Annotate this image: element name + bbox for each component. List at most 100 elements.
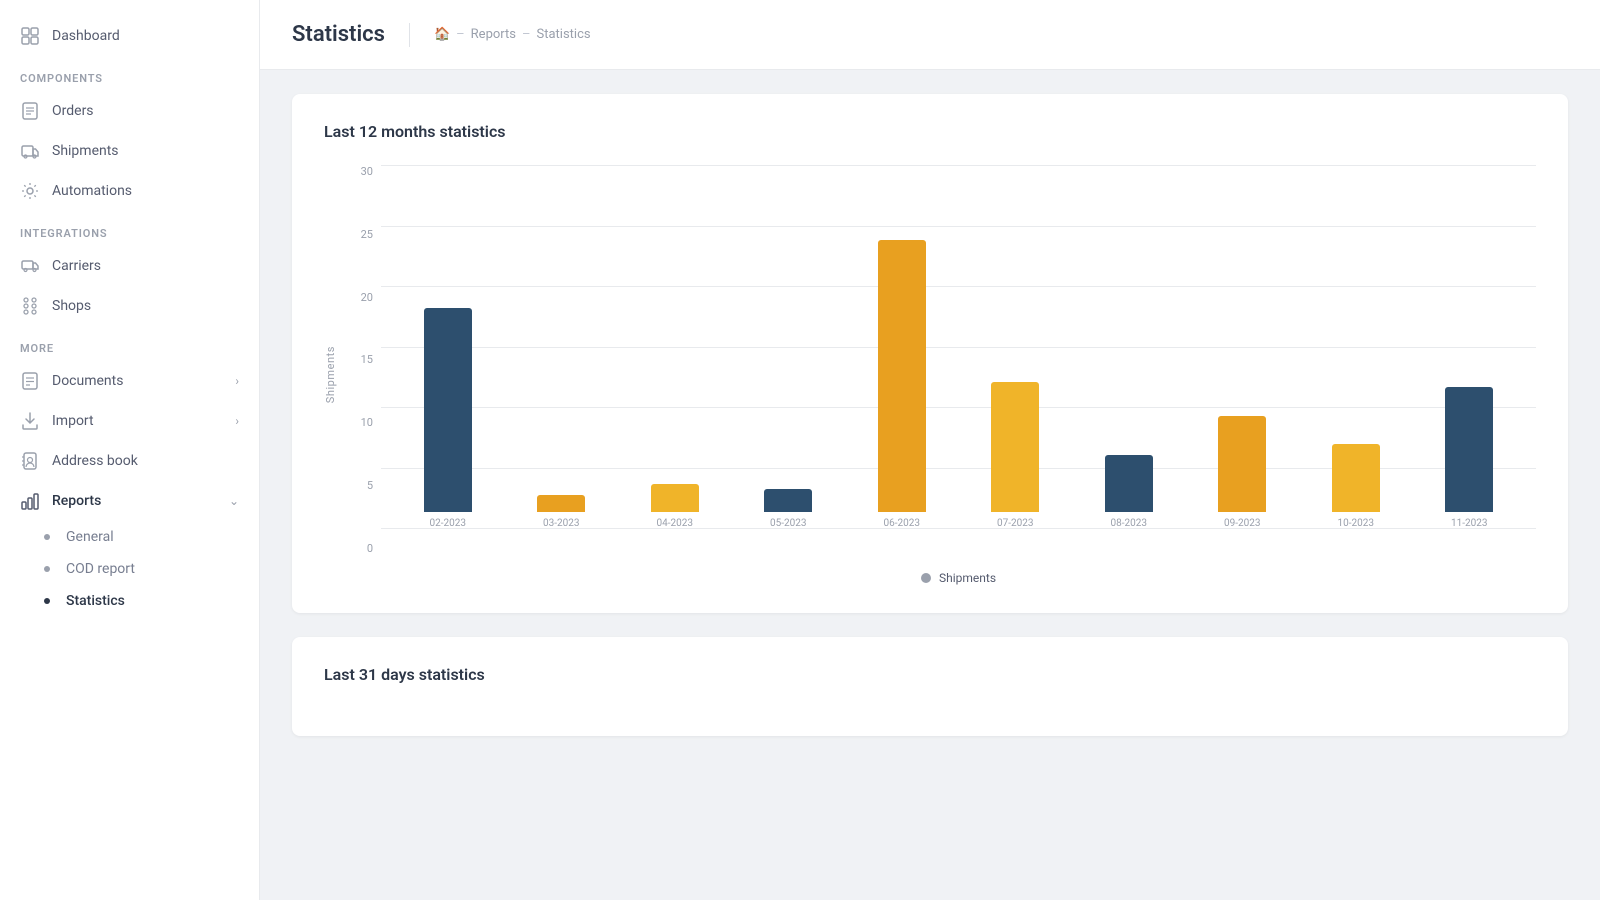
sidebar-sub-item-general-label: General: [66, 529, 114, 545]
bars-container: 02-2023 03-2023 04-2023 05-2023 06-2023 07-20…: [381, 165, 1536, 529]
chart-12months-container: Shipments 30 25 20 15 10 5 0: [324, 165, 1536, 585]
sidebar-item-shipments-label: Shipments: [52, 143, 119, 159]
sidebar-item-orders[interactable]: Orders: [0, 91, 259, 131]
import-chevron-icon: ›: [235, 414, 239, 428]
reports-icon: [20, 491, 40, 511]
bar-label-07-2023: 07-2023: [997, 518, 1033, 529]
bar-04-2023[interactable]: [651, 484, 699, 512]
sidebar-sub-item-statistics[interactable]: Statistics: [0, 585, 259, 617]
breadcrumb-sep-2: –: [522, 27, 531, 42]
bar-06-2023[interactable]: [878, 240, 926, 512]
y-label-0: 0: [367, 542, 373, 555]
bar-label-09-2023: 09-2023: [1224, 518, 1260, 529]
sidebar-section-more: MORE: [0, 326, 259, 361]
bar-08-2023[interactable]: [1105, 455, 1153, 512]
bar-group-10-2023: 10-2023: [1316, 444, 1396, 529]
bar-label-05-2023: 05-2023: [770, 518, 806, 529]
sidebar-item-reports[interactable]: Reports ⌄: [0, 481, 259, 521]
addressbook-icon: [20, 451, 40, 471]
chart-area: 02-2023 03-2023 04-2023 05-2023 06-2023 07-20…: [381, 165, 1536, 585]
sidebar-item-address-book-label: Address book: [52, 453, 138, 469]
sidebar-item-documents-label: Documents: [52, 373, 123, 389]
breadcrumb-reports[interactable]: Reports: [471, 27, 516, 42]
sidebar-sub-item-cod-report-label: COD report: [66, 561, 135, 577]
sidebar-sub-item-cod-report[interactable]: COD report: [0, 553, 259, 585]
sidebar-item-import-label: Import: [52, 413, 94, 429]
shipments-icon: [20, 141, 40, 161]
sidebar-item-automations-label: Automations: [52, 183, 132, 199]
bar-label-10-2023: 10-2023: [1338, 518, 1374, 529]
chart-grid: 02-2023 03-2023 04-2023 05-2023 06-2023 07-20…: [381, 165, 1536, 559]
breadcrumb: 🏠 – Reports – Statistics: [434, 27, 591, 42]
bar-10-2023[interactable]: [1332, 444, 1380, 512]
chart-12months-card: Last 12 months statistics Shipments 30 2…: [292, 94, 1568, 613]
shops-icon: [20, 296, 40, 316]
y-axis-label: Shipments: [324, 346, 337, 403]
cod-report-bullet: [44, 566, 50, 572]
y-label-30: 30: [361, 165, 373, 178]
chart-12months-title: Last 12 months statistics: [324, 122, 1536, 141]
bar-group-02-2023: 02-2023: [408, 308, 488, 529]
sidebar-item-orders-label: Orders: [52, 103, 94, 119]
general-bullet: [44, 534, 50, 540]
orders-icon: [20, 101, 40, 121]
bar-label-02-2023: 02-2023: [430, 518, 466, 529]
sidebar-item-address-book[interactable]: Address book: [0, 441, 259, 481]
sidebar-item-dashboard[interactable]: Dashboard: [0, 16, 259, 56]
chart-31days-card: Last 31 days statistics: [292, 637, 1568, 736]
y-label-5: 5: [367, 479, 373, 492]
page-content: Last 12 months statistics Shipments 30 2…: [260, 70, 1600, 900]
documents-icon: [20, 371, 40, 391]
breadcrumb-statistics: Statistics: [537, 27, 591, 42]
bar-label-08-2023: 08-2023: [1111, 518, 1147, 529]
sidebar-item-carriers-label: Carriers: [52, 258, 101, 274]
bar-group-05-2023: 05-2023: [748, 489, 828, 529]
sidebar-item-shops[interactable]: Shops: [0, 286, 259, 326]
bar-05-2023[interactable]: [764, 489, 812, 512]
y-label-15: 15: [361, 353, 373, 366]
sidebar: Dashboard COMPONENTS Orders Shipments: [0, 0, 260, 900]
bar-group-11-2023: 11-2023: [1429, 387, 1509, 529]
y-label-20: 20: [361, 291, 373, 304]
documents-chevron-icon: ›: [235, 374, 239, 388]
bar-label-03-2023: 03-2023: [543, 518, 579, 529]
sidebar-item-import[interactable]: Import ›: [0, 401, 259, 441]
carriers-icon: [20, 256, 40, 276]
bar-group-04-2023: 04-2023: [635, 484, 715, 529]
sidebar-item-carriers[interactable]: Carriers: [0, 246, 259, 286]
sidebar-section-components: COMPONENTS: [0, 56, 259, 91]
main-content: Statistics 🏠 – Reports – Statistics Last…: [260, 0, 1600, 900]
sidebar-sub-item-statistics-label: Statistics: [66, 593, 125, 609]
bar-07-2023[interactable]: [991, 382, 1039, 512]
page-header: Statistics 🏠 – Reports – Statistics: [260, 0, 1600, 70]
y-label-25: 25: [361, 228, 373, 241]
sidebar-item-automations[interactable]: Automations: [0, 171, 259, 211]
bar-label-04-2023: 04-2023: [657, 518, 693, 529]
home-icon[interactable]: 🏠: [434, 27, 450, 42]
legend-dot: [921, 573, 931, 583]
sidebar-item-shipments[interactable]: Shipments: [0, 131, 259, 171]
bar-09-2023[interactable]: [1218, 416, 1266, 512]
bar-03-2023[interactable]: [537, 495, 585, 512]
sidebar-item-shops-label: Shops: [52, 298, 91, 314]
bar-group-06-2023: 06-2023: [862, 240, 942, 529]
legend-label: Shipments: [939, 571, 996, 585]
bar-group-07-2023: 07-2023: [975, 382, 1055, 529]
page-title: Statistics: [292, 22, 385, 47]
sidebar-item-reports-label: Reports: [52, 493, 101, 509]
y-axis-wrapper: Shipments: [324, 165, 341, 585]
breadcrumb-sep-1: –: [456, 27, 465, 42]
sidebar-sub-item-general[interactable]: General: [0, 521, 259, 553]
bar-11-2023[interactable]: [1445, 387, 1493, 512]
sidebar-item-dashboard-label: Dashboard: [52, 28, 120, 44]
bar-group-03-2023: 03-2023: [521, 495, 601, 529]
chart-31days-title: Last 31 days statistics: [324, 665, 1536, 684]
bar-group-08-2023: 08-2023: [1089, 455, 1169, 529]
y-label-10: 10: [361, 416, 373, 429]
sidebar-section-integrations: INTEGRATIONS: [0, 211, 259, 246]
statistics-bullet: [44, 598, 50, 604]
import-icon: [20, 411, 40, 431]
bar-02-2023[interactable]: [424, 308, 472, 512]
sidebar-item-documents[interactable]: Documents ›: [0, 361, 259, 401]
chart-legend: Shipments: [381, 571, 1536, 585]
